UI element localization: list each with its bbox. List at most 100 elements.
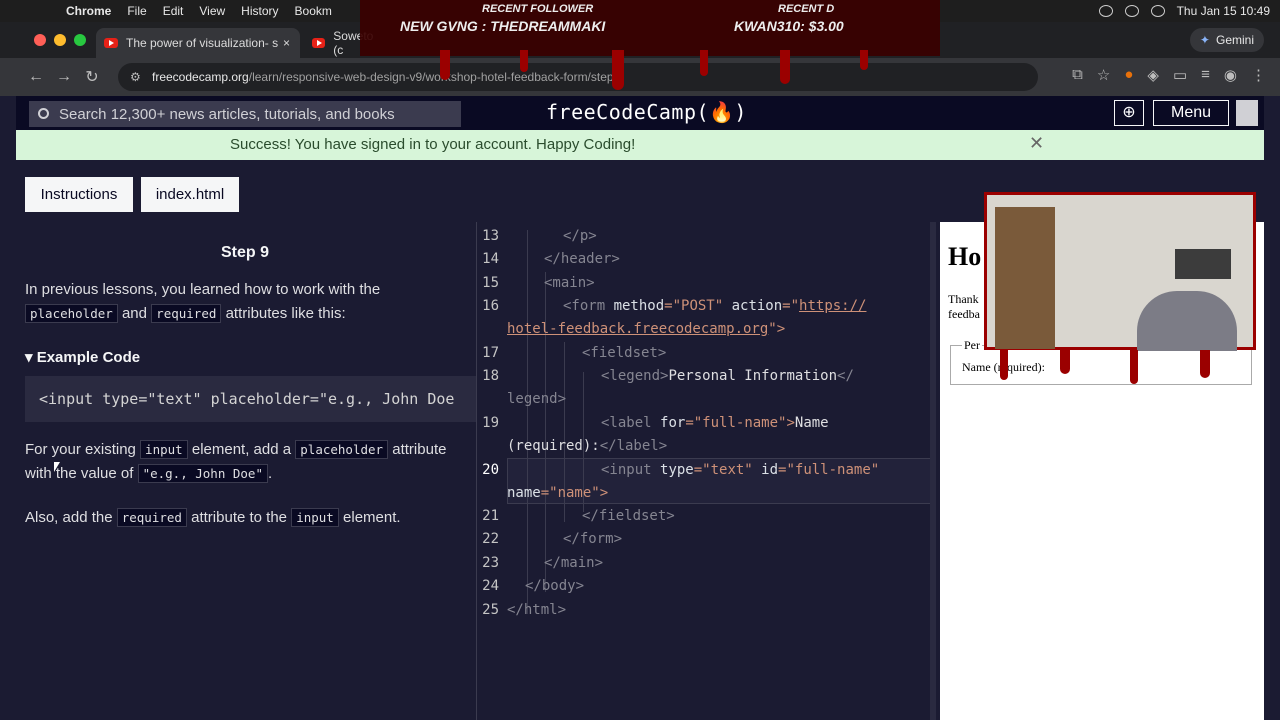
- extensions-puzzle-icon[interactable]: ◈: [1147, 66, 1159, 84]
- menu-view[interactable]: View: [199, 4, 225, 18]
- text: element.: [343, 509, 401, 526]
- preview-paragraph: Thank feedba: [948, 292, 980, 321]
- blood-drip: [780, 50, 790, 84]
- instructions-pane: Step 9 In previous lessons, you learned …: [16, 222, 476, 720]
- more-menu-icon[interactable]: ⋮: [1251, 66, 1266, 84]
- zoom-window-button[interactable]: [74, 34, 86, 46]
- code-line-current: <input type="text" id="full-name": [601, 462, 880, 478]
- line-number: 19: [482, 415, 499, 431]
- minimize-window-button[interactable]: [54, 34, 66, 46]
- code-line: </form>: [563, 531, 623, 547]
- code-line: </main>: [544, 555, 604, 571]
- code-input: input: [291, 508, 339, 527]
- mouse-cursor-icon: [54, 462, 60, 472]
- line-number: 13: [482, 228, 499, 244]
- code-required: required: [151, 304, 222, 323]
- follower-title: RECENT FOLLOWER: [482, 3, 594, 15]
- text: element, add a: [191, 441, 292, 458]
- search-input[interactable]: Search 12,300+ news articles, tutorials,…: [29, 101, 461, 127]
- close-tab-icon[interactable]: ×: [283, 36, 290, 50]
- back-icon[interactable]: ←: [22, 68, 50, 86]
- gemini-button[interactable]: ✦ Gemini: [1189, 28, 1264, 52]
- text: attribute: [392, 441, 447, 458]
- text: Also, add the: [25, 509, 113, 526]
- code-line-current: name="name">: [507, 485, 609, 501]
- webcam-chair: [1137, 291, 1237, 351]
- code-line: <main>: [544, 275, 595, 291]
- stream-overlay-banner: RECENT FOLLOWER NEW GVNG : THEDREAMMAKI …: [360, 0, 940, 56]
- blood-drip: [1200, 350, 1210, 378]
- text: In previous lessons, you learned how to …: [25, 281, 381, 298]
- indent-guide: [545, 272, 546, 592]
- code-line: </fieldset>: [582, 508, 675, 524]
- blood-drip: [1060, 350, 1070, 374]
- window-controls: [34, 34, 86, 46]
- code-line: <form method="POST" action="https://: [563, 298, 867, 314]
- menu-file[interactable]: File: [127, 4, 146, 18]
- text: and: [121, 305, 147, 322]
- editor-scrollbar[interactable]: [930, 222, 936, 720]
- line-number: 21: [482, 508, 499, 524]
- text: attributes like this:: [225, 305, 346, 322]
- gemini-label: Gemini: [1215, 33, 1254, 47]
- wifi-icon[interactable]: [1124, 5, 1139, 17]
- preview-legend: Per: [962, 338, 982, 353]
- code-line: <legend>Personal Information</: [601, 368, 854, 384]
- forward-icon[interactable]: →: [50, 68, 78, 86]
- code-line: <label for="full-name">Name: [601, 415, 829, 431]
- address-bar[interactable]: ⚙ freecodecamp.org/learn/responsive-web-…: [118, 63, 1038, 91]
- search-icon[interactable]: [1150, 5, 1165, 17]
- code-line: </p>: [563, 228, 597, 244]
- webcam-overlay: [984, 192, 1256, 351]
- close-window-button[interactable]: [34, 34, 46, 46]
- menu-button[interactable]: Menu: [1153, 100, 1229, 126]
- fcc-navbar: Search 12,300+ news articles, tutorials,…: [16, 96, 1264, 130]
- text: attribute to the: [191, 509, 288, 526]
- clock[interactable]: Thu Jan 15 10:49: [1177, 4, 1270, 18]
- menu-history[interactable]: History: [241, 4, 278, 18]
- youtube-icon: [104, 38, 118, 48]
- blood-drip: [860, 50, 868, 70]
- reload-icon[interactable]: ↻: [78, 67, 106, 87]
- tab-instructions[interactable]: Instructions: [25, 177, 133, 212]
- code-placeholder: placeholder: [25, 304, 118, 323]
- fcc-logo[interactable]: freeCodeCamp(🔥): [546, 100, 747, 124]
- menu-bookmarks[interactable]: Bookm: [295, 4, 332, 18]
- example-code-toggle[interactable]: ▾ Example Code: [25, 348, 140, 366]
- status-icon[interactable]: [1098, 5, 1113, 17]
- url-path: /learn/responsive-web-design-v9/workshop…: [248, 70, 618, 84]
- language-globe-icon[interactable]: ⊕: [1114, 100, 1144, 126]
- code-line: </body>: [525, 578, 585, 594]
- close-banner-icon[interactable]: ✕: [1029, 133, 1044, 154]
- preview-heading: Ho: [948, 242, 982, 271]
- step-title: Step 9: [221, 244, 270, 261]
- search-placeholder: Search 12,300+ news articles, tutorials,…: [59, 105, 395, 123]
- line-number: 18: [482, 368, 499, 384]
- sidepanel-icon[interactable]: ▭: [1173, 66, 1187, 84]
- code-editor[interactable]: 13 14 15 16 17 18 19 20 21 22 23 24 25 <…: [476, 222, 940, 720]
- tab-visualization[interactable]: The power of visualization- s ×: [96, 28, 300, 58]
- follower-name: NEW GVNG : THEDREAMMAKI: [400, 18, 606, 34]
- extension-icon[interactable]: ●: [1124, 66, 1133, 84]
- code-placeholder: placeholder: [295, 440, 389, 459]
- blood-drip: [1000, 350, 1008, 380]
- blood-drip: [612, 50, 624, 90]
- install-icon[interactable]: ⧉: [1072, 66, 1083, 84]
- site-info-icon[interactable]: ⚙: [130, 70, 141, 84]
- media-icon[interactable]: ≡: [1201, 66, 1210, 84]
- blood-drip: [520, 50, 528, 72]
- text: with the value of: [25, 465, 134, 482]
- webcam-tv: [1175, 249, 1231, 279]
- profile-icon[interactable]: ◉: [1224, 66, 1237, 84]
- avatar[interactable]: [1236, 100, 1258, 126]
- menu-app-chrome[interactable]: Chrome: [66, 4, 111, 18]
- line-number: 17: [482, 345, 499, 361]
- tab-index-html[interactable]: index.html: [141, 177, 239, 212]
- code-value: "e.g., John Doe": [137, 464, 268, 483]
- menu-edit[interactable]: Edit: [163, 4, 184, 18]
- line-number: 14: [482, 251, 499, 267]
- gemini-icon: ✦: [1199, 33, 1210, 47]
- bookmark-star-icon[interactable]: ☆: [1097, 66, 1110, 84]
- line-number: 23: [482, 555, 499, 571]
- recent-title: RECENT D: [778, 3, 835, 15]
